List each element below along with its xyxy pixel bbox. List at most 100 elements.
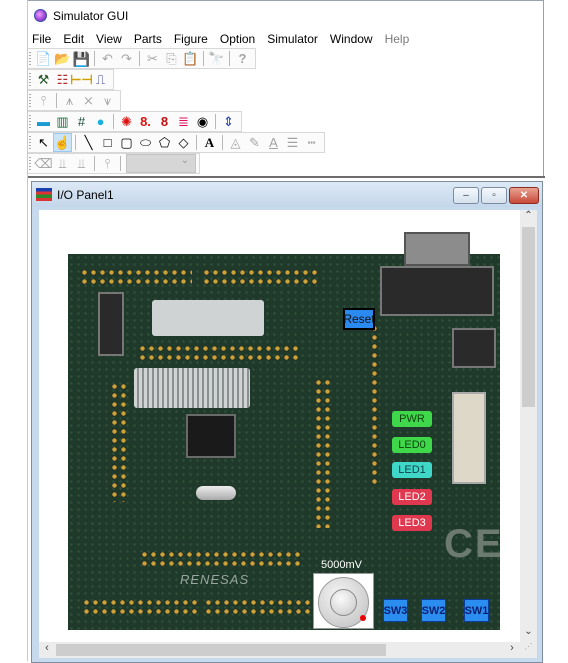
vertical-scroll-thumb[interactable] <box>522 227 535 407</box>
button-part-icon[interactable]: ▬ <box>34 112 53 131</box>
main-window: Simulator GUI File Edit View Parts Figur… <box>27 0 545 663</box>
vertical-scrollbar[interactable]: ⌃ ⌄ <box>520 210 537 642</box>
undo-icon[interactable]: ↶ <box>98 49 117 68</box>
menu-parts[interactable]: Parts <box>134 32 162 46</box>
pin-in-icon[interactable]: ⫫ <box>53 154 72 173</box>
property-combo[interactable] <box>126 154 196 173</box>
buzzer-icon[interactable]: ◉ <box>193 112 212 131</box>
paste-icon[interactable]: 📋 <box>181 49 200 68</box>
led-0: LED0 <box>392 437 432 453</box>
io-panel-icon[interactable]: ☷ <box>53 70 72 89</box>
redo-icon[interactable]: ↷ <box>117 49 136 68</box>
separator <box>94 51 95 66</box>
switch-sw2[interactable]: SW2 <box>421 599 446 622</box>
connect-icon[interactable]: ⩚ <box>60 91 79 110</box>
io-panel-icon <box>36 188 52 201</box>
separator <box>94 156 95 171</box>
updown-icon[interactable]: ⇕ <box>219 112 238 131</box>
knob-value-label: 5000mV <box>321 559 362 571</box>
select-arrow-icon[interactable]: ↖ <box>34 133 53 152</box>
board-sticker <box>152 300 264 336</box>
connect-all-icon[interactable]: ⩛ <box>98 91 117 110</box>
switch-sw1[interactable]: SW1 <box>464 599 489 622</box>
disconnect-icon[interactable]: ⨯ <box>79 91 98 110</box>
pin-header <box>204 598 312 616</box>
find-icon[interactable]: 🔭 <box>207 49 226 68</box>
separator <box>139 51 140 66</box>
mdi-area: I/O Panel1 – ▫ ✕ CE RENESAS Reset PWR LE… <box>28 176 545 663</box>
cut-icon[interactable]: ✂ <box>143 49 162 68</box>
switch-sw3[interactable]: SW3 <box>383 599 408 622</box>
menu-option[interactable]: Option <box>220 32 255 46</box>
minimize-button[interactable]: – <box>453 187 479 204</box>
help-icon[interactable]: ? <box>233 49 252 68</box>
rectangle-icon[interactable]: □ <box>98 133 117 152</box>
separator <box>203 51 204 66</box>
pin-out-icon[interactable]: ⫫ <box>72 154 91 173</box>
text-icon[interactable]: A <box>200 133 219 152</box>
title-bar: Simulator GUI <box>28 0 543 30</box>
board-brand: RENESAS <box>180 572 250 587</box>
led-1: LED1 <box>392 462 432 478</box>
scroll-up-icon[interactable]: ⌃ <box>520 210 537 226</box>
timing-icon[interactable]: ⊢⊣ <box>70 70 93 89</box>
probe-icon[interactable]: ⚒ <box>34 70 53 89</box>
menu-file[interactable]: File <box>32 32 51 46</box>
7seg-dp-icon[interactable]: 8 <box>155 112 174 131</box>
horizontal-scrollbar[interactable]: ‹ › <box>39 642 520 658</box>
reset-button[interactable]: Reset <box>343 308 375 330</box>
scroll-down-icon[interactable]: ⌄ <box>520 626 537 642</box>
line-color-icon[interactable]: ✎ <box>245 133 264 152</box>
menu-window[interactable]: Window <box>330 32 373 46</box>
scroll-left-icon[interactable]: ‹ <box>39 642 55 658</box>
knob-icon[interactable]: ● <box>91 112 110 131</box>
menu-help[interactable]: Help <box>385 32 410 46</box>
hand-icon[interactable]: ☝ <box>53 133 72 152</box>
save-icon[interactable]: 💾 <box>72 49 91 68</box>
matrix-icon[interactable]: # <box>72 112 91 131</box>
level-meter-icon[interactable]: ▥ <box>53 112 72 131</box>
toolbar-row-5: ↖ ☝ ╲ □ ▢ ⬭ ⬠ ◇ A ◬ ✎ A ☰ ┅ <box>28 132 543 153</box>
rounded-rect-icon[interactable]: ▢ <box>117 133 136 152</box>
pin-header <box>82 598 198 616</box>
pin-icon[interactable]: ⫯ <box>34 91 53 110</box>
close-button[interactable]: ✕ <box>509 187 539 204</box>
resize-grip-icon[interactable]: ⋰ <box>520 642 537 658</box>
io-panel-window: I/O Panel1 – ▫ ✕ CE RENESAS Reset PWR LE… <box>31 181 543 663</box>
open-folder-icon[interactable]: 📂 <box>53 49 72 68</box>
waveform-icon[interactable]: ⎍ <box>91 70 110 89</box>
idc-header <box>452 392 486 484</box>
fill-color-icon[interactable]: ◬ <box>226 133 245 152</box>
voltage-knob[interactable] <box>313 573 374 629</box>
maximize-button[interactable]: ▫ <box>481 187 507 204</box>
ellipse-icon[interactable]: ⬭ <box>136 133 155 152</box>
menu-figure[interactable]: Figure <box>174 32 208 46</box>
horizontal-scroll-thumb[interactable] <box>56 644 386 656</box>
line-style-icon[interactable]: ┅ <box>302 133 321 152</box>
polygon-icon[interactable]: ⬠ <box>155 133 174 152</box>
toolbar-row-1: 📄 📂 💾 ↶ ↷ ✂ ⎘ 📋 🔭 ? <box>28 48 543 69</box>
copy-icon[interactable]: ⎘ <box>162 49 181 68</box>
menu-edit[interactable]: Edit <box>63 32 84 46</box>
led-icon[interactable]: ✺ <box>117 112 136 131</box>
line-icon[interactable]: ╲ <box>79 133 98 152</box>
scroll-right-icon[interactable]: › <box>504 642 520 658</box>
io-panel-title-bar[interactable]: I/O Panel1 – ▫ ✕ <box>32 182 542 207</box>
separator <box>215 114 216 129</box>
window-controls: – ▫ ✕ <box>453 187 539 204</box>
menu-simulator[interactable]: Simulator <box>267 32 318 46</box>
arc-icon[interactable]: ◇ <box>174 133 193 152</box>
text-color-icon[interactable]: A <box>264 133 283 152</box>
new-file-icon[interactable]: 📄 <box>34 49 53 68</box>
led-2: LED2 <box>392 489 432 505</box>
7seg-icon[interactable]: 8. <box>136 112 155 131</box>
eraser-icon[interactable]: ⌫ <box>34 154 53 173</box>
crystal <box>196 486 236 500</box>
dot-matrix-icon[interactable]: ≣ <box>174 112 193 131</box>
misc-toolbar: ⌫ ⫫ ⫫ ⫯ <box>28 153 200 174</box>
pin-header <box>314 378 332 528</box>
simulation-toolbar: ⚒ ☷ ⊢⊣ ⎍ <box>28 69 114 90</box>
net-icon[interactable]: ⫯ <box>98 154 117 173</box>
line-width-icon[interactable]: ☰ <box>283 133 302 152</box>
menu-view[interactable]: View <box>96 32 122 46</box>
